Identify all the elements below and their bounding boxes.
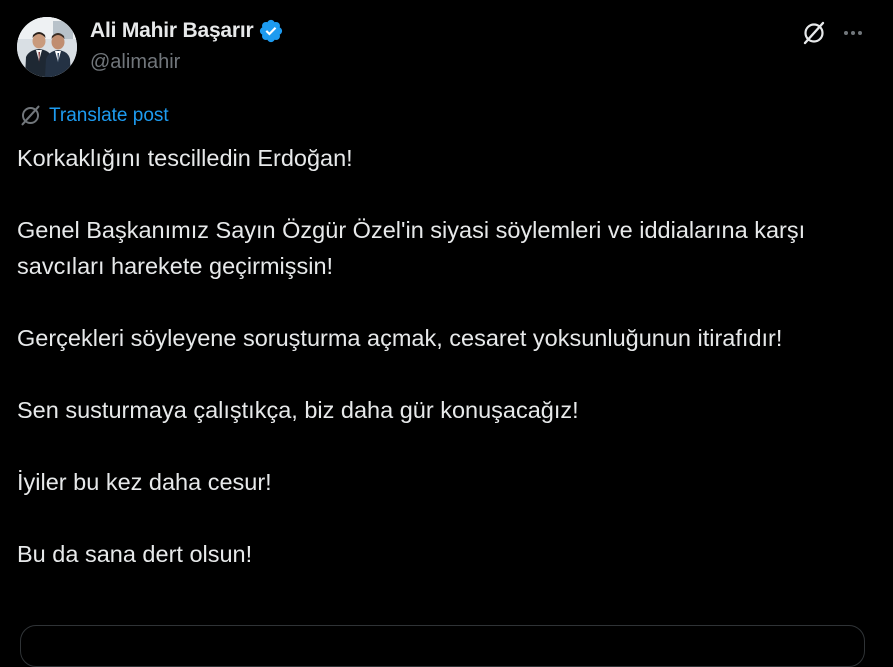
translate-post-label[interactable]: Translate post (49, 105, 169, 127)
author-name-row: Ali Mahir Başarır (90, 18, 284, 44)
grok-actions-button[interactable] (797, 16, 831, 50)
author-display-name[interactable]: Ali Mahir Başarır (90, 19, 254, 43)
grok-translate-icon (21, 105, 40, 126)
verified-badge-icon[interactable] (258, 18, 284, 44)
post-paragraph: Bu da sana dert olsun! (17, 541, 253, 567)
avatar-photo-icon (17, 17, 77, 77)
post-paragraph: Genel Başkanımız Sayın Özgür Özel'in siy… (17, 217, 806, 279)
post-paragraph: Gerçekleri söyleyene soruşturma açmak, c… (17, 325, 783, 351)
more-options-button[interactable] (836, 16, 870, 50)
media-card[interactable] (20, 625, 865, 667)
post-paragraph: İyiler bu kez daha cesur! (17, 469, 272, 495)
post-paragraph: Sen susturmaya çalıştıkça, biz daha gür … (17, 397, 579, 423)
translate-post-link[interactable]: Translate post (19, 104, 169, 127)
post-paragraph: Korkaklığını tescilledin Erdoğan! (17, 145, 353, 171)
post-article: Ali Mahir Başarır @alimahir Translate po… (0, 0, 893, 667)
post-body: Korkaklığını tescilledin Erdoğan! Genel … (17, 140, 857, 572)
grok-slash-icon (803, 21, 825, 45)
author-handle[interactable]: @alimahir (90, 51, 180, 74)
more-horizontal-icon (844, 31, 862, 35)
author-avatar[interactable] (17, 17, 77, 77)
